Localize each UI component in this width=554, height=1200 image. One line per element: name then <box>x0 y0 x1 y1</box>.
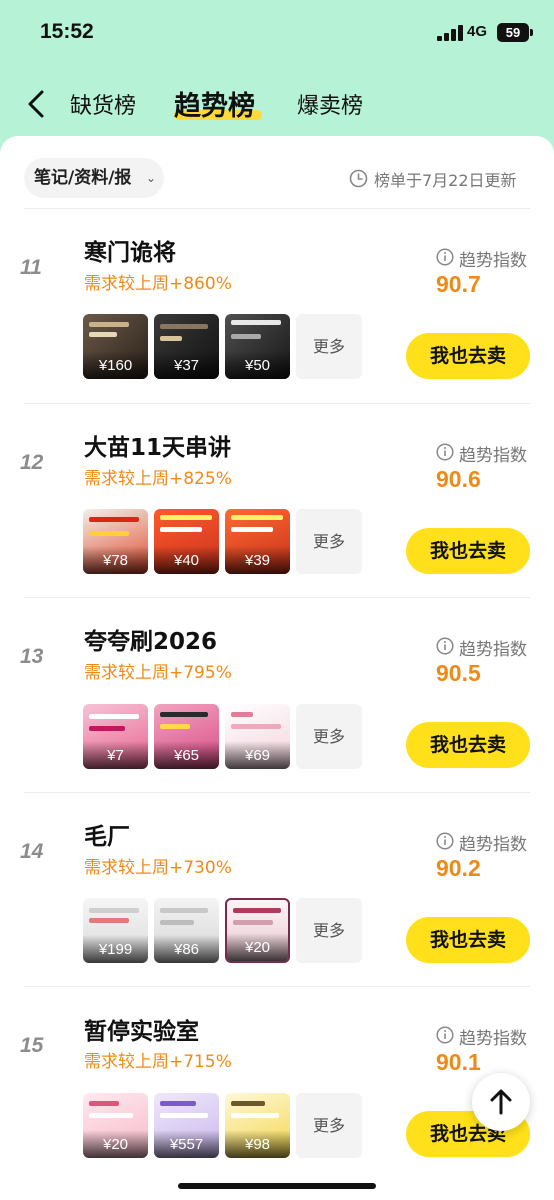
product-thumbnail[interactable]: ¥78 <box>83 509 148 574</box>
product-thumbnail[interactable]: ¥20 <box>83 1093 148 1158</box>
trend-index-label: 趋势指数 <box>459 640 527 660</box>
status-time: 15:52 <box>40 20 94 43</box>
thumbnail-price: ¥40 <box>173 552 200 569</box>
more-button[interactable]: 更多 <box>296 1093 362 1158</box>
product-thumbnail[interactable]: ¥65 <box>154 704 219 769</box>
sell-button[interactable]: 我也去卖 <box>406 528 530 574</box>
thumbnail-price: ¥7 <box>107 747 124 764</box>
rank-number: 14 <box>20 840 44 863</box>
item-title[interactable]: 暂停实验室 <box>84 1012 199 1046</box>
home-indicator <box>178 1183 376 1189</box>
thumbnail-price: ¥78 <box>102 552 129 569</box>
divider <box>24 597 530 598</box>
network-type: 4G <box>467 23 488 40</box>
rank-number: 13 <box>20 645 44 668</box>
product-thumbnail[interactable]: ¥98 <box>225 1093 290 1158</box>
divider <box>24 792 530 793</box>
thumbnail-price: ¥20 <box>244 939 271 956</box>
product-thumbnail[interactable]: ¥199 <box>83 898 148 963</box>
more-button[interactable]: 更多 <box>296 704 362 769</box>
sell-button[interactable]: 我也去卖 <box>406 722 530 768</box>
thumbnail-price: ¥20 <box>102 1136 129 1153</box>
tab-out-of-stock[interactable]: 缺货榜 <box>70 88 136 120</box>
product-thumbnail[interactable]: ¥39 <box>225 509 290 574</box>
trend-index-label: 趋势指数 <box>459 835 527 855</box>
demand-growth: 需求较上周+715% <box>84 1052 232 1072</box>
chevron-down-icon: ⌄ <box>146 171 157 185</box>
battery-icon: 59 <box>497 23 529 42</box>
info-icon[interactable] <box>436 1026 454 1044</box>
more-button[interactable]: 更多 <box>296 314 362 379</box>
arrow-up-icon <box>490 1089 512 1115</box>
product-thumbnail[interactable]: ¥7 <box>83 704 148 769</box>
thumbnail-price: ¥65 <box>173 747 200 764</box>
demand-growth: 需求较上周+860% <box>84 274 232 294</box>
demand-growth: 需求较上周+825% <box>84 469 232 489</box>
status-bar: 15:52 4G 59 <box>0 0 554 66</box>
product-thumbnail[interactable]: ¥160 <box>83 314 148 379</box>
clock-icon <box>349 169 368 188</box>
rank-number: 15 <box>20 1034 44 1057</box>
info-icon[interactable] <box>436 832 454 850</box>
info-icon[interactable] <box>436 443 454 461</box>
trend-index-value: 90.1 <box>436 1049 481 1075</box>
signal-icon <box>437 25 463 41</box>
category-filter[interactable]: 笔记/资料/报 ⌄ <box>24 158 164 198</box>
product-thumbnail[interactable]: ¥40 <box>154 509 219 574</box>
more-button[interactable]: 更多 <box>296 898 362 963</box>
product-thumbnail[interactable]: ¥557 <box>154 1093 219 1158</box>
product-thumbnail[interactable]: ¥86 <box>154 898 219 963</box>
trend-index-label: 趋势指数 <box>459 1029 527 1049</box>
trend-index-value: 90.6 <box>436 466 481 492</box>
category-filter-label: 笔记/资料/报 <box>34 168 132 188</box>
update-note: 榜单于7月22日更新 <box>374 171 517 190</box>
tab-trending[interactable]: 趋势榜 <box>174 84 255 123</box>
item-title[interactable]: 寒门诡将 <box>84 233 176 267</box>
thumbnail-price: ¥86 <box>173 941 200 958</box>
demand-growth: 需求较上周+795% <box>84 663 232 683</box>
back-icon[interactable] <box>22 88 52 120</box>
thumbnail-price: ¥199 <box>98 941 133 958</box>
trend-index-value: 90.7 <box>436 271 481 297</box>
demand-growth: 需求较上周+730% <box>84 858 232 878</box>
product-thumbnail[interactable]: ¥50 <box>225 314 290 379</box>
thumbnail-price: ¥160 <box>98 357 133 374</box>
battery-tip <box>530 29 533 36</box>
info-icon[interactable] <box>436 248 454 266</box>
thumbnail-price: ¥557 <box>169 1136 204 1153</box>
divider <box>24 403 530 404</box>
trend-index-label: 趋势指数 <box>459 251 527 271</box>
thumbnail-price: ¥39 <box>244 552 271 569</box>
thumbnail-price: ¥69 <box>244 747 271 764</box>
thumbnail-price: ¥50 <box>244 357 271 374</box>
item-title[interactable]: 毛厂 <box>84 817 130 851</box>
rank-number: 11 <box>20 256 42 279</box>
product-thumbnail[interactable]: ¥20 <box>225 898 290 963</box>
trend-index-label: 趋势指数 <box>459 446 527 466</box>
product-thumbnail[interactable]: ¥37 <box>154 314 219 379</box>
thumbnail-price: ¥98 <box>244 1136 271 1153</box>
divider <box>24 986 530 987</box>
thumbnail-price: ¥37 <box>173 357 200 374</box>
more-button[interactable]: 更多 <box>296 509 362 574</box>
trend-index-value: 90.5 <box>436 660 481 686</box>
sell-button[interactable]: 我也去卖 <box>406 333 530 379</box>
sell-button[interactable]: 我也去卖 <box>406 917 530 963</box>
item-title[interactable]: 大苗11天串讲 <box>84 428 231 462</box>
rank-number: 12 <box>20 451 44 474</box>
product-thumbnail[interactable]: ¥69 <box>225 704 290 769</box>
divider <box>24 208 530 209</box>
item-title[interactable]: 夸夸刷2026 <box>84 622 217 656</box>
info-icon[interactable] <box>436 637 454 655</box>
tab-best-selling[interactable]: 爆卖榜 <box>297 88 363 120</box>
scroll-to-top-button[interactable] <box>472 1073 530 1131</box>
trend-index-value: 90.2 <box>436 855 481 881</box>
